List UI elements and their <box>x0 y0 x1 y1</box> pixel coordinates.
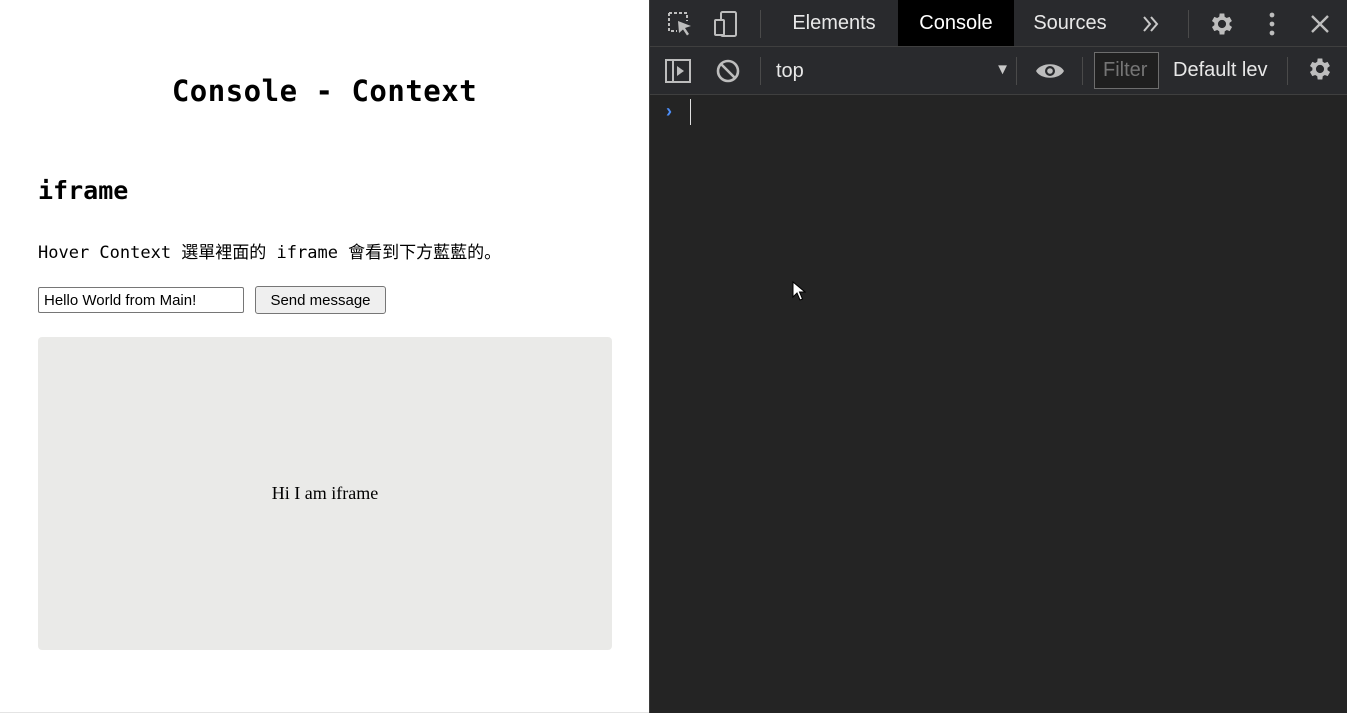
section-title: iframe <box>38 176 129 205</box>
console-prompt-input[interactable] <box>690 99 1330 125</box>
tabbar-separator <box>760 10 761 38</box>
devtools-panel: Elements Console Sources top ▼ Filter De… <box>649 0 1347 713</box>
tab-console-label: Console <box>919 11 993 34</box>
context-selector-value: top <box>776 59 804 82</box>
description-text: Hover Context 選單裡面的 iframe 會看到下方藍藍的。 <box>38 243 502 263</box>
console-toolbar: top ▼ Default lev <box>650 47 1347 95</box>
context-selector[interactable]: top ▼ <box>770 53 1010 89</box>
console-output[interactable]: › <box>650 95 1347 713</box>
devtools-tabbar: Elements Console Sources <box>650 0 1347 47</box>
clear-console-icon[interactable] <box>712 55 744 87</box>
close-icon[interactable] <box>1304 8 1336 40</box>
sidebar-toggle-icon[interactable] <box>662 55 694 87</box>
settings-icon[interactable] <box>1206 8 1238 40</box>
toolbar-separator <box>1016 57 1017 85</box>
tabbar-separator <box>1188 10 1189 38</box>
tab-elements-label: Elements <box>792 11 876 34</box>
tab-sources[interactable]: Sources <box>1014 0 1126 46</box>
tab-elements[interactable]: Elements <box>774 0 894 46</box>
message-input[interactable] <box>38 287 244 313</box>
send-message-button[interactable]: Send message <box>255 286 386 314</box>
filter-input[interactable] <box>1094 52 1159 89</box>
dropdown-arrow-icon: ▼ <box>995 61 1010 78</box>
iframe-text: Hi I am iframe <box>271 483 379 503</box>
iframe-frame: Hi I am iframe <box>38 337 612 650</box>
more-tabs-icon[interactable] <box>1135 8 1167 40</box>
toolbar-separator <box>1287 57 1288 85</box>
page-title: Console - Context <box>171 74 478 108</box>
page-viewport: Console - Context iframe Hover Context 選… <box>0 0 649 713</box>
eye-icon[interactable] <box>1034 55 1066 87</box>
console-settings-icon[interactable] <box>1304 53 1336 85</box>
log-levels-dropdown[interactable]: Default lev <box>1173 59 1281 82</box>
kebab-menu-icon[interactable] <box>1256 8 1288 40</box>
inspect-icon[interactable] <box>664 8 696 40</box>
device-toggle-icon[interactable] <box>710 8 742 40</box>
prompt-chevron-icon: › <box>666 101 672 121</box>
tab-console[interactable]: Console <box>898 0 1014 46</box>
mouse-cursor-icon <box>792 281 806 301</box>
toolbar-separator <box>1082 57 1083 85</box>
tab-sources-label: Sources <box>1033 11 1107 34</box>
toolbar-separator <box>760 57 761 85</box>
